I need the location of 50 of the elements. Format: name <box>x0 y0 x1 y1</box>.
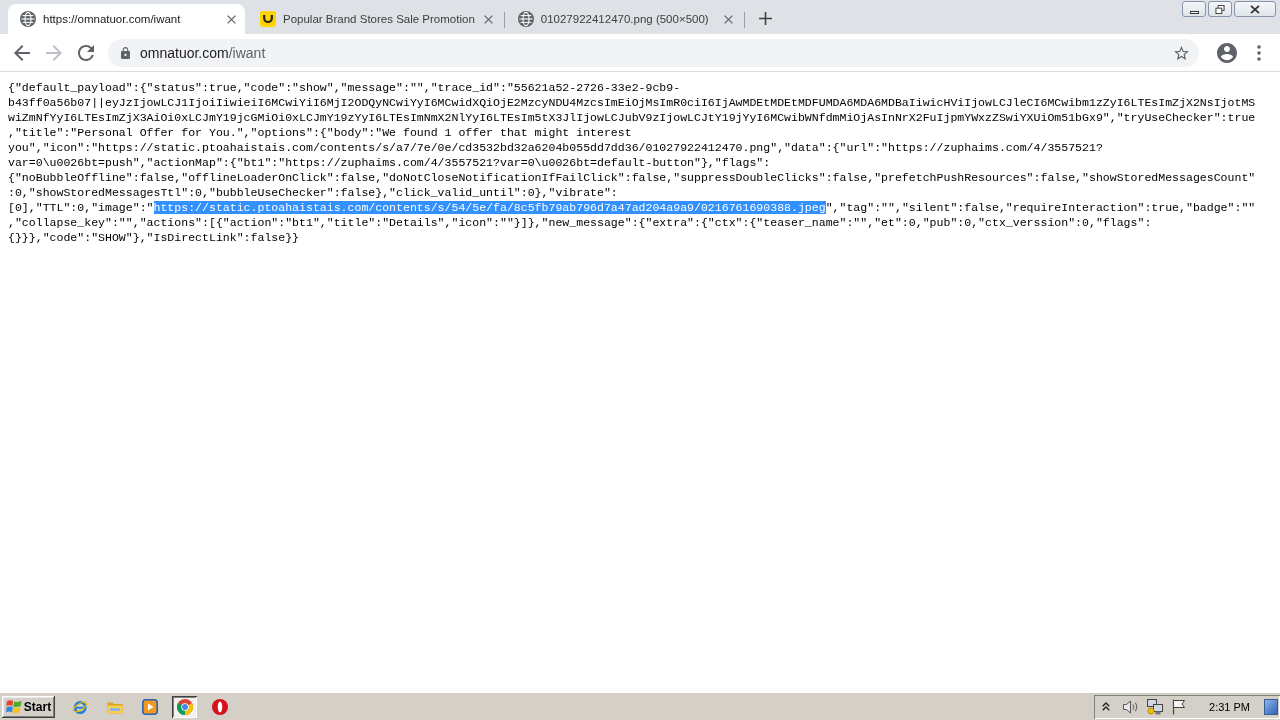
restore-button[interactable] <box>1208 1 1232 17</box>
minimize-icon <box>1189 10 1199 14</box>
speaker-icon[interactable] <box>1123 698 1140 715</box>
close-icon <box>1250 4 1260 14</box>
json-text: var=0\u0026bt=push","actionMap":{"bt1":"https://zuphaims.com/4/3557521?var=0\u0026bt=default-button"},"flags": <box>8 156 771 169</box>
json-text: [0],"TTL":0,"image":" <box>8 201 154 214</box>
json-text: {}}},"code":"SHOW"},"IsDirectLink":false}} <box>8 231 300 244</box>
minimize-button[interactable] <box>1182 1 1206 17</box>
taskbar-button[interactable] <box>172 695 197 718</box>
json-text: {"default_payload":{"status":true,"code":"show","message":"","trace_id":"55621a52-2726-33e2-9cb9- <box>8 81 681 94</box>
json-text: you","icon":"https://static.ptoahaistais.com/contents/s/a7/7e/0e/cd3532bd32a6204b055dd7dd36/01027922412470.png","data":{"url":"https://zuphaims.com/4/3557521? <box>8 141 1103 154</box>
show-desktop-button[interactable] <box>1264 698 1278 715</box>
json-text: b43ff0a56b07||eyJzIjowLCJ1IjoiIiwieiI6MCwiYiI6MjI2ODQyNCwiYyI6MCwidXQiOjE2MzcyNDU4MzcsImEiOjMsImR0ciI6IjAwMDEtMDEtMDFUMDA6MDA6MDBaIiwicHViIjowLCJleCI6MCwibm1zZyI6LTEsImZjX2NsIjotMS <box>8 96 1256 109</box>
json-text: ,"collapse_key":"","actions":[{"action":"bt1","title":"Details","icon":""}]},"new_message":{"extra":{"ctx":{"teaser_name":"","et":0,"pub":0,"ctx_verssion":0,"flags": <box>8 216 1152 229</box>
flag-icon[interactable] <box>1171 698 1188 715</box>
browser-tab[interactable]: 01027922412470.png (500×500) <box>505 4 743 34</box>
close-icon <box>226 14 236 24</box>
json-text: :0,"showStoredMessagesTtl":0,"bubbleUseChecker":false},"click_valid_until":0},"vibrate": <box>8 186 618 199</box>
start-button[interactable]: Start <box>2 695 55 718</box>
close-window-button[interactable] <box>1234 1 1276 17</box>
menu-icon <box>1257 44 1261 61</box>
selected-text: https://static.ptoahaistais.com/contents/s/54/5e/fa/8c5fb79ab796d7a47ad204a9a9/0216761690388.jpeg <box>153 201 826 214</box>
restore-icon <box>1215 4 1225 14</box>
back-arrow-icon <box>14 44 30 61</box>
browser-tab[interactable]: https://omnatuor.com/iwant <box>8 4 245 34</box>
lock-icon <box>121 46 130 59</box>
browser-logo-icon <box>176 698 193 715</box>
clock-text[interactable]: 2:31 PM <box>1209 700 1250 713</box>
play-icon <box>141 698 158 715</box>
address-field[interactable]: omnatuor.com/iwant <box>108 38 1199 67</box>
json-text: {"noBubbleOffline":false,"offlineLoaderOnClick":false,"doNotCloseNotificationIfFailClick":false,"suppressDoubleClicks":false,"prefetchPushResources":false,"showStoredMessagesCount" <box>8 171 1256 184</box>
smile-icon <box>260 11 276 27</box>
flag-logo-icon <box>5 699 22 714</box>
json-text: ,"title":"Personal Offer for You.","options":{"body":"We found 1 offer that might interest <box>8 126 632 139</box>
network-icon[interactable] <box>1147 698 1164 715</box>
browser-tab[interactable]: Popular Brand Stores Sale Promotion <box>248 4 503 34</box>
star-icon <box>1173 45 1189 60</box>
ring-logo-icon <box>211 698 228 715</box>
forward-arrow-icon <box>46 44 62 61</box>
json-text: ","tag":"","silent":false,"requireInteraction":true,"badge":"" <box>825 201 1256 214</box>
globe-icon <box>20 11 36 27</box>
profile-icon <box>1217 42 1237 63</box>
close-icon <box>724 14 734 24</box>
close-icon <box>484 14 494 24</box>
plus-icon <box>759 11 773 25</box>
reload-icon <box>78 44 94 61</box>
globe-icon <box>517 11 534 27</box>
json-text: wiZmNfYyI6LTEsImZjX3AiOi0xLCJmY19jcGMiOi0xLCJmY19zYyI6LTEsImNmX2NlYyI6LTEsIm5tX3JlIjowLCJubV9zIjowLCJtY19jYyI6MCwibWNfdmMiOjAsInNrX2FuIjpmYWxzZSwiYXUiOm51bGx9","tryUseChecker":true <box>8 111 1256 124</box>
chevron-up-icon[interactable] <box>1102 702 1111 711</box>
browser-icon <box>71 698 88 715</box>
